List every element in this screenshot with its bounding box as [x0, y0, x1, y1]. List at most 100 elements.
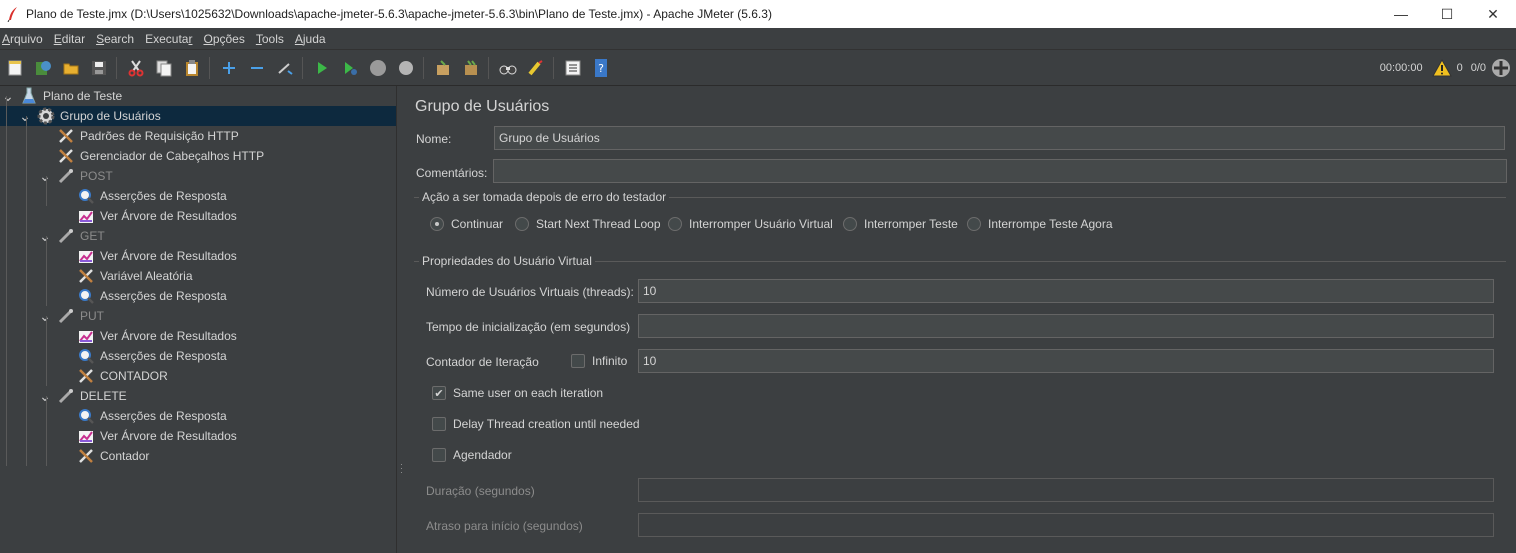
assertion-icon [77, 187, 95, 205]
tree-guide-line [46, 316, 47, 386]
menu-tools[interactable]: Tools [254, 28, 291, 50]
menu-editar[interactable]: Editar [52, 28, 92, 50]
radio-continue[interactable]: Continuar [430, 217, 503, 231]
tree-node[interactable]: Asserções de Resposta [0, 406, 396, 426]
startup-delay-field[interactable] [638, 513, 1494, 537]
tree-node[interactable]: ⌄ POST [0, 166, 396, 186]
toggle-button[interactable] [272, 55, 298, 81]
scissors-icon [128, 59, 144, 76]
start-no-pauses-button[interactable] [337, 55, 363, 81]
clear-all-button[interactable] [458, 55, 484, 81]
radio-start-next-thread-loop[interactable]: Start Next Thread Loop [515, 217, 661, 231]
tree-node[interactable]: Asserções de Resposta [0, 346, 396, 366]
shutdown-button[interactable] [393, 55, 419, 81]
menu-ajuda[interactable]: Ajuda [293, 28, 333, 50]
toolbar-separator [488, 56, 489, 79]
new-file-icon [8, 60, 22, 75]
tree-node[interactable]: ⌄ Grupo de Usuários [0, 106, 396, 126]
stop-button[interactable] [365, 55, 391, 81]
delay-thread-creation-checkbox[interactable]: Delay Thread creation until needed [432, 417, 640, 431]
sampler-icon [57, 167, 75, 185]
threads-field[interactable]: 10 [638, 279, 1494, 303]
close-button[interactable]: ✕ [1470, 0, 1516, 28]
menu-executar[interactable]: Executar [143, 28, 199, 50]
clear-button[interactable] [430, 55, 456, 81]
tree-node[interactable]: Ver Árvore de Resultados [0, 326, 396, 346]
tree-node[interactable]: Ver Árvore de Resultados [0, 426, 396, 446]
tree-node-label: POST [80, 169, 113, 183]
new-button[interactable] [2, 55, 28, 81]
tree-node[interactable]: ⌄ DELETE [0, 386, 396, 406]
menu-label: ditar [61, 31, 86, 46]
tree-node[interactable]: Gerenciador de Cabeçalhos HTTP [0, 146, 396, 166]
radio-stop-thread[interactable]: Interromper Usuário Virtual [668, 217, 833, 231]
checkbox-label: Infinito [592, 354, 628, 368]
menu-arquivo[interactable]: Arquivo [0, 28, 50, 50]
tree-node-label: Ver Árvore de Resultados [100, 209, 237, 223]
tree-node-label: Grupo de Usuários [60, 109, 161, 123]
tree-node[interactable]: ⌄ PUT [0, 306, 396, 326]
tree-node[interactable]: ⌄ GET [0, 226, 396, 246]
expand-chevron-icon[interactable]: ⌄ [39, 386, 51, 406]
expand-chevron-icon[interactable]: ⌄ [19, 106, 31, 126]
templates-button[interactable] [30, 55, 56, 81]
scheduler-checkbox[interactable]: Agendador [432, 448, 512, 462]
minimize-button[interactable]: — [1378, 0, 1424, 28]
expand-all-button[interactable] [216, 55, 242, 81]
reset-search-button[interactable] [523, 55, 549, 81]
tree-node-label: DELETE [80, 389, 127, 403]
binoculars-icon [499, 65, 517, 74]
menu-opcoes[interactable]: Opções [201, 28, 251, 50]
cut-button[interactable] [123, 55, 149, 81]
tree-node[interactable]: Contador [0, 446, 396, 466]
comments-field[interactable] [493, 159, 1507, 183]
loop-count-field[interactable]: 10 [638, 349, 1494, 373]
tree-node[interactable]: Asserções de Resposta [0, 286, 396, 306]
checkbox-indicator [432, 417, 446, 431]
menu-search[interactable]: Search [94, 28, 141, 50]
remote-status-icon [1492, 59, 1510, 77]
tree-node[interactable]: Ver Árvore de Resultados [0, 246, 396, 266]
checkbox-label: Same user on each iteration [453, 386, 604, 400]
same-user-checkbox[interactable]: ✔ Same user on each iteration [432, 386, 603, 400]
rampup-label: Tempo de inicialização (em segundos) [426, 320, 631, 334]
expand-chevron-icon[interactable]: ⌄ [2, 86, 14, 106]
split-pane-divider[interactable]: · · · [396, 86, 406, 553]
function-helper-button[interactable] [560, 55, 586, 81]
collapse-all-button[interactable] [244, 55, 270, 81]
help-button[interactable]: ? [588, 55, 614, 81]
warning-count: 0 [1456, 62, 1463, 74]
name-field[interactable]: Grupo de Usuários [494, 126, 1505, 150]
expand-chevron-icon[interactable]: ⌄ [39, 226, 51, 246]
startup-delay-label: Atraso para início (segundos) [426, 519, 583, 533]
infinite-checkbox[interactable]: Infinito [571, 354, 627, 368]
save-button[interactable] [86, 55, 112, 81]
wrench-icon [77, 447, 95, 465]
tree-node[interactable]: Padrões de Requisição HTTP [0, 126, 396, 146]
radio-stop-test-now[interactable]: Interrompe Teste Agora [967, 217, 1113, 231]
maximize-button[interactable]: ☐ [1424, 0, 1470, 28]
radio-label: Interromper Teste [864, 217, 958, 231]
checkmark-icon: ✔ [432, 386, 446, 400]
tree-node[interactable]: ⌄ Plano de Teste [0, 86, 396, 106]
tree-node[interactable]: Asserções de Resposta [0, 186, 396, 206]
expand-chevron-icon[interactable]: ⌄ [39, 166, 51, 186]
tree-node[interactable]: Ver Árvore de Resultados [0, 206, 396, 226]
tree-node[interactable]: Variável Aleatória [0, 266, 396, 286]
rampup-field[interactable] [638, 314, 1494, 338]
sampler-icon [57, 307, 75, 325]
loop-count-label: Contador de Iteração [426, 355, 539, 369]
start-button[interactable] [309, 55, 335, 81]
search-button[interactable] [495, 55, 521, 81]
duration-field[interactable] [638, 478, 1494, 502]
expand-chevron-icon[interactable]: ⌄ [39, 306, 51, 326]
radio-label: Interromper Usuário Virtual [689, 217, 833, 231]
status-area: 00:00:00 0 0/0 [1376, 50, 1512, 86]
open-button[interactable] [58, 55, 84, 81]
warning-icon[interactable] [1431, 58, 1453, 78]
tree-node[interactable]: CONTADOR [0, 366, 396, 386]
radio-indicator [843, 217, 857, 231]
radio-stop-test[interactable]: Interromper Teste [843, 217, 958, 231]
copy-button[interactable] [151, 55, 177, 81]
paste-button[interactable] [179, 55, 205, 81]
